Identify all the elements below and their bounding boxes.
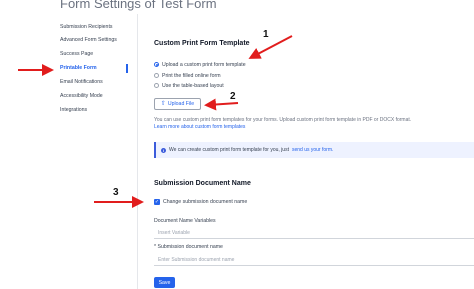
radio-label: Print the filled online form <box>162 72 221 79</box>
radio-label: Upload a custom print form template <box>162 61 246 68</box>
save-button[interactable]: Save <box>154 277 175 288</box>
annotation-number-3: 3 <box>113 187 119 198</box>
info-icon: i <box>161 147 166 153</box>
radio-table-layout[interactable]: Use the table-based layout <box>154 82 224 89</box>
sidebar-item-success-page[interactable]: Success Page <box>60 51 93 57</box>
sidebar-divider <box>137 14 138 289</box>
sidebar-item-submission-recipients[interactable]: Submission Recipients <box>60 24 112 30</box>
checkbox-label: Change submission document name <box>163 199 248 205</box>
upload-icon: ⇧ <box>160 101 166 107</box>
document-name-variables-label: Document Name Variables <box>154 218 216 224</box>
sidebar-item-printable-form[interactable]: Printable Form <box>60 65 97 71</box>
info-text: We can create custom print form template… <box>169 147 289 153</box>
upload-file-button[interactable]: ⇧ Upload File <box>154 98 201 110</box>
field-label-text: Submission document name <box>157 244 223 250</box>
learn-more-link[interactable]: Learn more about custom form templates <box>154 124 245 130</box>
annotation-number-2: 2 <box>230 91 236 102</box>
sidebar-item-integrations[interactable]: Integrations <box>60 107 87 113</box>
change-document-name-checkbox-row[interactable]: ✓ Change submission document name <box>154 198 247 206</box>
sidebar-item-advanced-form-settings[interactable]: Advanced Form Settings <box>60 37 117 43</box>
input-placeholder: Enter Submission document name <box>158 256 235 263</box>
checkbox[interactable]: ✓ <box>154 199 160 205</box>
submission-document-title: Submission Document Name <box>154 180 251 187</box>
radio-button[interactable] <box>154 83 159 88</box>
radio-button[interactable] <box>154 73 159 78</box>
help-text: You can use custom print form templates … <box>154 117 412 123</box>
radio-upload-template[interactable]: Upload a custom print form template <box>154 61 246 68</box>
submission-document-name-label: * Submission document name <box>154 244 223 250</box>
radio-button[interactable] <box>154 62 159 67</box>
send-form-link[interactable]: send us your form. <box>292 147 333 153</box>
sidebar-active-indicator <box>126 64 128 73</box>
print-template-title: Custom Print Form Template <box>154 40 250 47</box>
sidebar-item-accessibility-mode[interactable]: Accessibility Mode <box>60 93 103 99</box>
document-name-variables-input[interactable]: Insert Variable <box>154 227 474 239</box>
sidebar-item-email-notifications[interactable]: Email Notifications <box>60 79 103 85</box>
upload-file-label: Upload File <box>167 101 195 107</box>
radio-print-filled-form[interactable]: Print the filled online form <box>154 72 221 79</box>
annotation-number-1: 1 <box>263 29 269 40</box>
input-placeholder: Insert Variable <box>158 229 190 236</box>
sidebar: Submission Recipients Advanced Form Sett… <box>56 0 136 289</box>
radio-label: Use the table-based layout <box>162 82 224 89</box>
submission-document-name-input[interactable]: Enter Submission document name <box>154 254 474 266</box>
required-marker: * <box>154 244 157 250</box>
main-content: Custom Print Form Template Upload a cust… <box>154 0 474 289</box>
info-box: i We can create custom print form templa… <box>154 142 474 158</box>
